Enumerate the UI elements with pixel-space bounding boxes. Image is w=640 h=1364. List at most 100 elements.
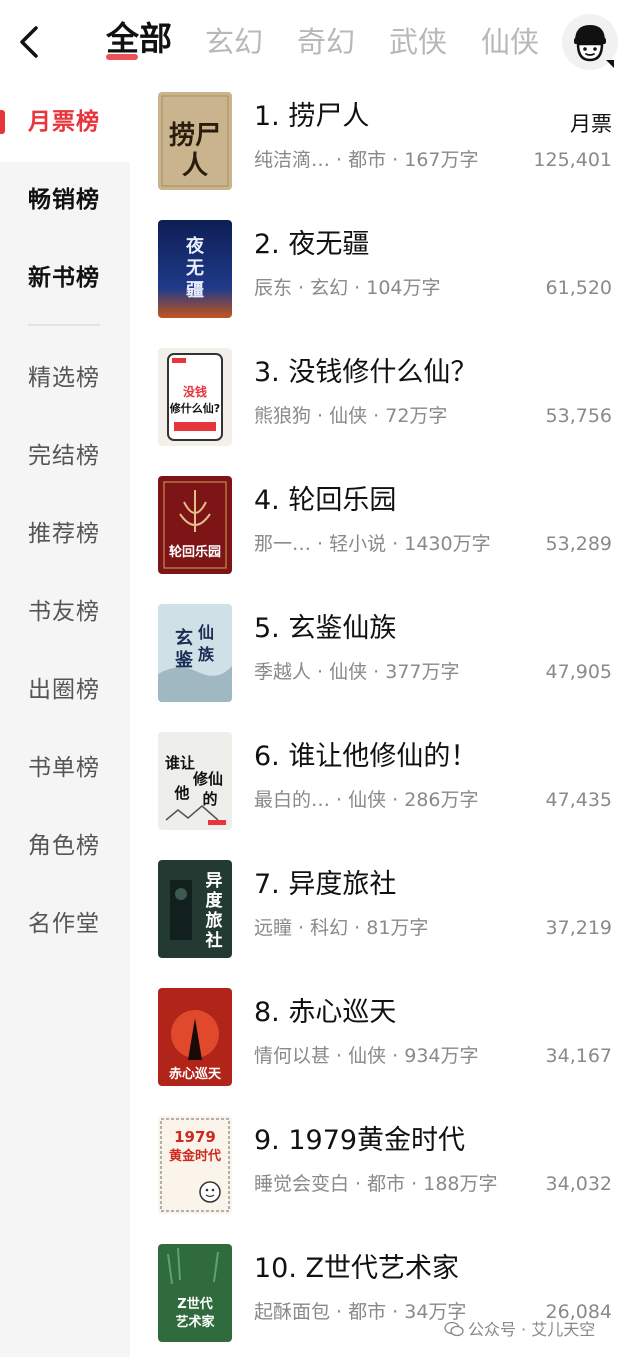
top-nav: 全部 玄幻 奇幻 武侠 仙侠 — [0, 0, 640, 84]
book-title: 10. Z世代艺术家 — [254, 1253, 460, 1284]
svg-text:1979: 1979 — [174, 1128, 216, 1146]
sidebar-item-bestseller[interactable]: 畅销榜 — [0, 162, 130, 240]
chevron-left-icon — [20, 26, 38, 58]
svg-text:轮回乐园: 轮回乐园 — [169, 544, 221, 560]
list-item[interactable]: 赤心巡天 8. 赤心巡天 情何以甚 · 仙侠 · 934万字 34,167 — [130, 980, 640, 1108]
book-meta: 起酥面包 · 都市 · 34万字 — [254, 1301, 467, 1323]
svg-text:族: 族 — [198, 645, 215, 664]
sidebar-item-label: 书友榜 — [28, 599, 100, 625]
svg-text:社: 社 — [205, 930, 223, 951]
sidebar-item-monthly-ticket[interactable]: 月票榜 — [0, 84, 130, 162]
list-item[interactable]: 轮回乐园 4. 轮回乐园 那一… · 轻小说 · 1430万字 53,289 — [130, 468, 640, 596]
user-avatar-icon — [563, 15, 617, 69]
list-item[interactable]: Z世代 艺术家 10. Z世代艺术家 起酥面包 · 都市 · 34万字 26,0… — [130, 1236, 640, 1364]
ticket-count: 34,032 — [545, 1173, 612, 1195]
book-title: 8. 赤心巡天 — [254, 997, 397, 1028]
book-meta: 那一… · 轻小说 · 1430万字 — [254, 533, 491, 555]
book-title: 2. 夜无疆 — [254, 229, 370, 260]
svg-text:仙: 仙 — [198, 623, 214, 642]
ticket-count: 34,167 — [545, 1045, 612, 1067]
list-item[interactable]: 夜 无 疆 2. 夜无疆 辰东 · 玄幻 · 104万字 61,520 — [130, 212, 640, 340]
book-meta: 最白的… · 仙侠 · 286万字 — [254, 789, 479, 811]
book-cover: 没钱 修什么仙? — [158, 348, 232, 446]
sidebar-divider — [28, 324, 100, 326]
book-title: 7. 异度旅社 — [254, 869, 397, 900]
sidebar-item-label: 新书榜 — [28, 265, 100, 291]
svg-text:人: 人 — [182, 151, 208, 181]
sidebar-item-recommended[interactable]: 推荐榜 — [0, 496, 130, 574]
sidebar-item-label: 推荐榜 — [28, 521, 100, 547]
tab-wuxia[interactable]: 武侠 — [389, 22, 447, 62]
sidebar-item-completed[interactable]: 完结榜 — [0, 418, 130, 496]
book-cover: 夜 无 疆 — [158, 220, 232, 318]
watermark-text: 公众号 · 艾儿天空 — [468, 1320, 596, 1339]
sidebar-item-booklist[interactable]: 书单榜 — [0, 730, 130, 808]
svg-text:异: 异 — [206, 871, 223, 891]
svg-text:疆: 疆 — [186, 280, 204, 301]
ticket-count: 53,289 — [545, 533, 612, 555]
back-button[interactable] — [10, 20, 50, 64]
book-cover: 捞尸 人 — [158, 92, 232, 190]
book-meta: 睡觉会变白 · 都市 · 188万字 — [254, 1173, 498, 1195]
list-item[interactable]: 异 度 旅 社 7. 异度旅社 远瞳 · 科幻 · 81万字 37,219 — [130, 852, 640, 980]
svg-text:他: 他 — [173, 784, 189, 802]
svg-text:的: 的 — [202, 790, 217, 808]
active-tab-indicator — [106, 54, 138, 60]
list-item[interactable]: 没钱 修什么仙? 3. 没钱修什么仙？ 熊狼狗 · 仙侠 · 72万字 53,7… — [130, 340, 640, 468]
ranking-sidebar: 月票榜 畅销榜 新书榜 精选榜 完结榜 推荐榜 书友榜 出圈榜 书单榜 角色榜 … — [0, 84, 130, 1357]
sidebar-item-label: 出圈榜 — [28, 677, 100, 703]
sidebar-item-label: 完结榜 — [28, 443, 100, 469]
list-item[interactable]: 捞尸 人 1. 捞尸人 纯洁滴… · 都市 · 167万字 125,401 — [130, 84, 640, 212]
svg-text:黄金时代: 黄金时代 — [169, 1148, 221, 1164]
tab-all[interactable]: 全部 — [106, 19, 172, 59]
svg-text:夜: 夜 — [185, 235, 205, 257]
sidebar-item-label: 书单榜 — [28, 755, 100, 781]
svg-text:谁让: 谁让 — [165, 754, 195, 772]
book-title: 9. 1979黄金时代 — [254, 1125, 466, 1156]
tab-xianxia[interactable]: 仙侠 — [481, 22, 539, 62]
book-meta: 远瞳 · 科幻 · 81万字 — [254, 917, 429, 939]
svg-text:无: 无 — [186, 258, 204, 279]
list-item[interactable]: 1979 黄金时代 9. 1979黄金时代 睡觉会变白 · 都市 · 188万字… — [130, 1108, 640, 1236]
book-meta: 纯洁滴… · 都市 · 167万字 — [254, 149, 479, 171]
book-meta: 季越人 · 仙侠 · 377万字 — [254, 661, 460, 683]
book-cover: 玄 仙 鉴 族 — [158, 604, 232, 702]
tab-qihuan[interactable]: 奇幻 — [297, 22, 355, 62]
sidebar-item-reader-friends[interactable]: 书友榜 — [0, 574, 130, 652]
watermark: 公众号 · 艾儿天空 — [444, 1318, 595, 1342]
svg-text:捞尸: 捞尸 — [169, 121, 221, 151]
book-title: 1. 捞尸人 — [254, 101, 370, 132]
svg-text:度: 度 — [206, 890, 224, 911]
sidebar-item-breakout[interactable]: 出圈榜 — [0, 652, 130, 730]
svg-text:Z世代: Z世代 — [177, 1296, 212, 1312]
sidebar-item-label: 名作堂 — [28, 911, 100, 937]
sidebar-item-selected[interactable]: 精选榜 — [0, 340, 130, 418]
book-cover: 赤心巡天 — [158, 988, 232, 1086]
wechat-icon — [444, 1321, 464, 1337]
sidebar-item-label: 精选榜 — [28, 365, 100, 391]
sidebar-item-hall-of-fame[interactable]: 名作堂 — [0, 886, 130, 964]
tab-xuanhuan[interactable]: 玄幻 — [205, 22, 263, 62]
sidebar-item-label: 月票榜 — [28, 109, 100, 135]
ticket-count: 47,435 — [545, 789, 612, 811]
sidebar-item-new-books[interactable]: 新书榜 — [0, 240, 130, 318]
svg-text:玄: 玄 — [175, 627, 193, 649]
book-meta: 情何以甚 · 仙侠 · 934万字 — [254, 1045, 479, 1067]
ticket-count: 37,219 — [545, 917, 612, 939]
book-cover: Z世代 艺术家 — [158, 1244, 232, 1342]
book-title: 6. 谁让他修仙的！ — [254, 741, 478, 772]
ticket-count: 53,756 — [545, 405, 612, 427]
svg-text:修什么仙?: 修什么仙? — [169, 401, 220, 415]
list-item[interactable]: 谁让 修仙 他 的 6. 谁让他修仙的！ 最白的… · 仙侠 · 286万字 4… — [130, 724, 640, 852]
book-ranking-list: 月票 捞尸 人 1. 捞尸人 纯洁滴… · 都市 · 167万字 125,401… — [130, 84, 640, 1357]
book-cover: 异 度 旅 社 — [158, 860, 232, 958]
book-title: 4. 轮回乐园 — [254, 485, 397, 516]
sidebar-item-character[interactable]: 角色榜 — [0, 808, 130, 886]
list-item[interactable]: 玄 仙 鉴 族 5. 玄鉴仙族 季越人 · 仙侠 · 377万字 47,905 — [130, 596, 640, 724]
book-title: 5. 玄鉴仙族 — [254, 613, 397, 644]
book-meta: 辰东 · 玄幻 · 104万字 — [254, 277, 441, 299]
sidebar-item-label: 角色榜 — [28, 833, 100, 859]
avatar-button[interactable] — [562, 14, 618, 70]
ticket-count: 61,520 — [545, 277, 612, 299]
book-meta: 熊狼狗 · 仙侠 · 72万字 — [254, 405, 448, 427]
